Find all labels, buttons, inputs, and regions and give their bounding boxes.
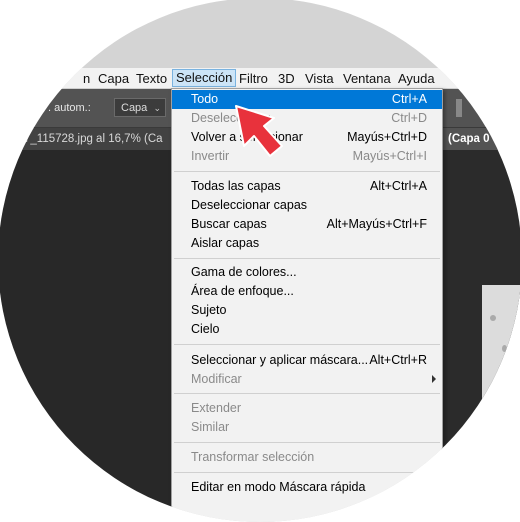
menu-vista[interactable]: Vista — [302, 70, 337, 87]
menu-item-label: Transformar selección — [191, 450, 315, 464]
menu-item-label: Similar — [191, 420, 230, 434]
image-preview — [482, 285, 520, 522]
layer-select-dropdown[interactable]: Capa ⌄ — [114, 98, 166, 117]
menu-separator — [174, 171, 440, 172]
menu-capa[interactable]: Capa — [95, 70, 132, 87]
chevron-right-icon — [432, 375, 436, 383]
menu-item-extender[interactable]: Extender — [172, 399, 442, 418]
menu-item-sujeto[interactable]: Sujeto — [172, 301, 442, 320]
menu-3d[interactable]: 3D — [275, 70, 298, 87]
pointer-arrow-icon — [235, 105, 283, 157]
menu-item-label: Cielo — [191, 322, 220, 336]
menu-item-shortcut: Alt+Ctrl+A — [370, 179, 427, 193]
menu-item-label: Área de enfoque... — [191, 284, 294, 298]
menu-separator — [174, 258, 440, 259]
menu-ventana[interactable]: Ventana — [340, 70, 394, 87]
auto-select-label: . autom.: — [48, 102, 91, 114]
circular-crop: n Capa Texto Selección Filtro 3D Vista V… — [0, 0, 520, 522]
menu-item-invertir[interactable]: Invertir Mayús+Ctrl+I — [172, 147, 442, 166]
menu-separator — [174, 442, 440, 443]
menu-item-label: Todo — [191, 92, 219, 106]
menu-item-deseleccionar[interactable]: Deseleccionar Ctrl+D — [172, 109, 442, 128]
menu-item-label: Extender — [191, 401, 242, 415]
menu-ayuda[interactable]: Ayuda — [395, 70, 438, 87]
menu-item-label: Aislar capas — [191, 236, 260, 250]
menu-item-shortcut: Mayús+Ctrl+I — [352, 149, 427, 163]
menu-item-todas-las-capas[interactable]: Todas las capas Alt+Ctrl+A — [172, 177, 442, 196]
menu-item-label: Seleccionar y aplicar máscara... — [191, 353, 369, 367]
canvas-workspace[interactable] — [0, 150, 173, 522]
menu-item-aislar-capas[interactable]: Aislar capas — [172, 234, 442, 253]
menu-item-label: Sujeto — [191, 303, 227, 317]
menu-item-editar-en-modo-mascara-rapida[interactable]: Editar en modo Máscara rápida — [172, 478, 442, 497]
menu-filtro[interactable]: Filtro — [236, 70, 271, 87]
menu-seleccion[interactable]: Selección — [172, 69, 237, 87]
menu-bar: n Capa Texto Selección Filtro 3D Vista V… — [0, 68, 520, 89]
menu-item-modificar[interactable]: Modificar — [172, 370, 442, 389]
layer-select-value: Capa — [121, 102, 148, 114]
menu-item-shortcut: Ctrl+A — [391, 92, 427, 106]
menu-item-shortcut: Mayús+Ctrl+D — [347, 130, 427, 144]
menu-item-shortcut: Alt+Ctrl+R — [369, 353, 427, 367]
menu-item-volver-a-seleccionar[interactable]: Volver a seleccionar Mayús+Ctrl+D — [172, 128, 442, 147]
menu-item-label: Todas las capas — [191, 179, 281, 193]
menu-item-todo[interactable]: Todo Ctrl+A — [172, 90, 442, 109]
menu-texto[interactable]: Texto — [133, 70, 170, 87]
menu-item-area-de-enfoque[interactable]: Área de enfoque... — [172, 282, 442, 301]
menu-separator — [174, 472, 440, 473]
menu-separator — [174, 393, 440, 394]
menu-separator — [174, 344, 440, 345]
menu-item-shortcut: Ctrl+D — [391, 111, 427, 125]
menu-item-label: Modificar — [191, 372, 242, 386]
chevron-down-icon: ⌄ — [153, 103, 161, 113]
menu-item-gama-de-colores[interactable]: Gama de colores... — [172, 263, 442, 282]
menu-item-label: Editar en modo Máscara rápida — [191, 480, 366, 494]
toolbar-divider — [456, 99, 462, 117]
menu-item-label: Gama de colores... — [191, 265, 297, 279]
menu-item-seleccionar-y-aplicar-mascara[interactable]: Seleccionar y aplicar máscara... Alt+Ctr… — [172, 351, 442, 370]
menu-image-partial[interactable]: n — [80, 70, 93, 87]
menu-item-cielo[interactable]: Cielo — [172, 320, 442, 339]
document-tab-second[interactable]: (Capa 0 — [441, 128, 520, 150]
menu-item-deseleccionar-capas[interactable]: Deseleccionar capas — [172, 196, 442, 215]
menu-item-shortcut: Alt+Mayús+Ctrl+F — [326, 217, 427, 231]
seleccion-dropdown-menu: Todo Ctrl+A Deseleccionar Ctrl+D Volver … — [171, 88, 443, 522]
menu-item-label: Deseleccionar capas — [191, 198, 308, 212]
menu-item-similar[interactable]: Similar — [172, 418, 442, 437]
menu-item-label: Buscar capas — [191, 217, 267, 231]
menu-item-buscar-capas[interactable]: Buscar capas Alt+Mayús+Ctrl+F — [172, 215, 442, 234]
menu-item-label: Invertir — [191, 149, 230, 163]
menu-item-transformar-seleccion[interactable]: Transformar selección — [172, 448, 442, 467]
